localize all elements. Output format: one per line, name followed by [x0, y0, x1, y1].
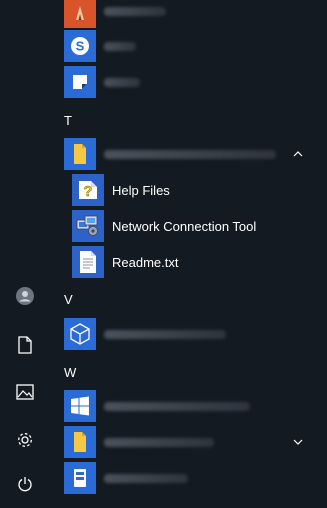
app-tile[interactable]: S: [64, 30, 96, 62]
expand-chevron[interactable]: [291, 435, 305, 449]
app-name-redacted: [104, 474, 188, 483]
help-files-tile[interactable]: ?: [72, 174, 104, 206]
svg-text:?: ?: [83, 183, 92, 200]
power-button[interactable]: [0, 460, 50, 508]
sticky-note-icon: [73, 75, 87, 89]
user-account-icon: [16, 287, 34, 305]
text-document-icon: [80, 251, 96, 273]
power-icon: [18, 477, 32, 492]
app-tile[interactable]: [64, 318, 96, 350]
app-name-redacted: [104, 402, 250, 411]
app-tile[interactable]: [64, 66, 96, 98]
chevron-down-icon: [293, 439, 303, 445]
folder-icon: [74, 432, 86, 452]
skype-icon: S: [71, 37, 89, 55]
collapse-chevron[interactable]: [291, 147, 305, 161]
help-files-label[interactable]: Help Files: [112, 183, 170, 198]
svg-text:S: S: [76, 39, 85, 54]
documents-button[interactable]: [0, 321, 50, 369]
readme-tile[interactable]: [72, 246, 104, 278]
pictures-button[interactable]: [0, 368, 50, 416]
windows-logo-icon: [71, 396, 89, 416]
section-letter-t[interactable]: T: [64, 113, 72, 128]
app-list: S T ? Help Files Network Connection Tool…: [50, 0, 327, 494]
folder-name-redacted: [104, 438, 214, 447]
help-file-icon: ?: [79, 181, 97, 200]
folder-tile[interactable]: [64, 426, 96, 458]
pictures-icon: [16, 384, 34, 400]
app-name-redacted: [104, 7, 166, 16]
folder-name-redacted: [104, 150, 276, 159]
chevron-up-icon: [293, 151, 303, 157]
app-name-redacted: [104, 330, 226, 339]
settings-button[interactable]: [0, 416, 50, 464]
app-pen-icon: [76, 6, 84, 20]
network-tool-label[interactable]: Network Connection Tool: [112, 219, 256, 234]
folder-icon: [74, 144, 86, 164]
app-tile[interactable]: [64, 390, 96, 422]
app-name-redacted: [104, 78, 140, 87]
3d-cube-icon: [70, 323, 90, 345]
app-installer-icon: [74, 469, 86, 487]
start-menu-rail: [0, 0, 50, 492]
settings-icon: [18, 433, 32, 447]
app-name-redacted: [104, 42, 136, 51]
app-tile[interactable]: [64, 0, 96, 28]
section-letter-v[interactable]: V: [64, 292, 73, 307]
section-letter-w[interactable]: W: [64, 365, 76, 380]
readme-label[interactable]: Readme.txt: [112, 255, 178, 270]
app-tile[interactable]: [64, 462, 96, 494]
folder-tile[interactable]: [64, 138, 96, 170]
network-tool-icon: [76, 215, 98, 236]
network-tool-tile[interactable]: [72, 210, 104, 242]
user-account-button[interactable]: [0, 272, 50, 320]
documents-icon: [18, 336, 32, 354]
